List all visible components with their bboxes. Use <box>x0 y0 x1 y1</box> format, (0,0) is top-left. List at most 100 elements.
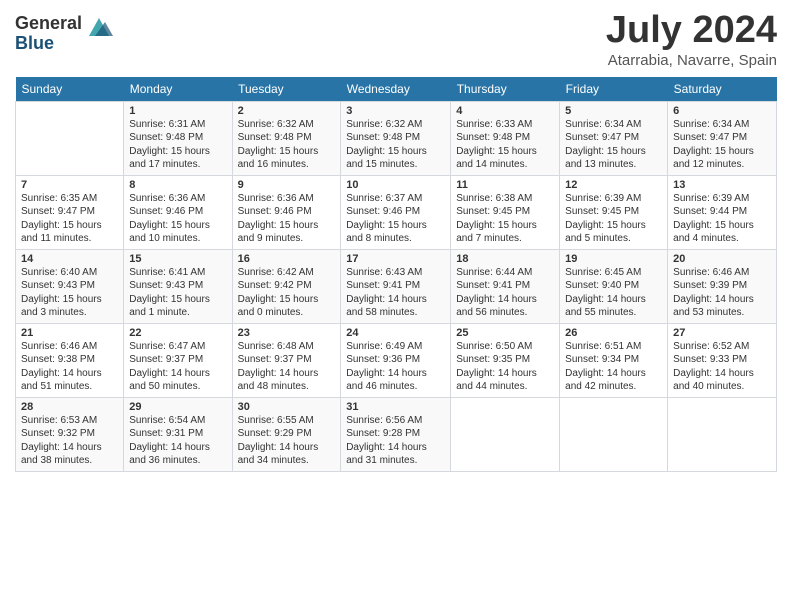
day-number: 12 <box>565 179 662 191</box>
day-info: Sunrise: 6:54 AM Sunset: 9:31 PM Dayligh… <box>129 414 226 468</box>
day-info: Sunrise: 6:33 AM Sunset: 9:48 PM Dayligh… <box>456 118 554 172</box>
week-row-4: 28Sunrise: 6:53 AM Sunset: 9:32 PM Dayli… <box>16 397 777 471</box>
col-header-saturday: Saturday <box>668 77 777 102</box>
calendar-cell: 17Sunrise: 6:43 AM Sunset: 9:41 PM Dayli… <box>341 249 451 323</box>
week-row-2: 14Sunrise: 6:40 AM Sunset: 9:43 PM Dayli… <box>16 249 777 323</box>
day-info: Sunrise: 6:37 AM Sunset: 9:46 PM Dayligh… <box>346 192 445 246</box>
calendar-cell: 24Sunrise: 6:49 AM Sunset: 9:36 PM Dayli… <box>341 323 451 397</box>
calendar-cell: 20Sunrise: 6:46 AM Sunset: 9:39 PM Dayli… <box>668 249 777 323</box>
day-number: 8 <box>129 179 226 191</box>
day-info: Sunrise: 6:45 AM Sunset: 9:40 PM Dayligh… <box>565 266 662 320</box>
calendar-cell: 23Sunrise: 6:48 AM Sunset: 9:37 PM Dayli… <box>232 323 341 397</box>
col-header-monday: Monday <box>124 77 232 102</box>
day-number: 1 <box>129 105 226 117</box>
logo: General Blue <box>15 14 113 54</box>
day-info: Sunrise: 6:39 AM Sunset: 9:44 PM Dayligh… <box>673 192 771 246</box>
calendar-cell: 1Sunrise: 6:31 AM Sunset: 9:48 PM Daylig… <box>124 101 232 175</box>
day-info: Sunrise: 6:47 AM Sunset: 9:37 PM Dayligh… <box>129 340 226 394</box>
header-row: SundayMondayTuesdayWednesdayThursdayFrid… <box>16 77 777 102</box>
day-info: Sunrise: 6:44 AM Sunset: 9:41 PM Dayligh… <box>456 266 554 320</box>
day-number: 5 <box>565 105 662 117</box>
calendar-cell: 3Sunrise: 6:32 AM Sunset: 9:48 PM Daylig… <box>341 101 451 175</box>
day-info: Sunrise: 6:55 AM Sunset: 9:29 PM Dayligh… <box>238 414 336 468</box>
day-number: 14 <box>21 253 118 265</box>
day-number: 21 <box>21 327 118 339</box>
day-info: Sunrise: 6:31 AM Sunset: 9:48 PM Dayligh… <box>129 118 226 172</box>
day-number: 27 <box>673 327 771 339</box>
logo-text: General Blue <box>15 14 82 54</box>
calendar-table: SundayMondayTuesdayWednesdayThursdayFrid… <box>15 77 777 472</box>
day-info: Sunrise: 6:34 AM Sunset: 9:47 PM Dayligh… <box>565 118 662 172</box>
day-number: 17 <box>346 253 445 265</box>
calendar-cell: 4Sunrise: 6:33 AM Sunset: 9:48 PM Daylig… <box>451 101 560 175</box>
day-number: 28 <box>21 401 118 413</box>
calendar-cell: 28Sunrise: 6:53 AM Sunset: 9:32 PM Dayli… <box>16 397 124 471</box>
day-info: Sunrise: 6:56 AM Sunset: 9:28 PM Dayligh… <box>346 414 445 468</box>
day-info: Sunrise: 6:41 AM Sunset: 9:43 PM Dayligh… <box>129 266 226 320</box>
day-number: 15 <box>129 253 226 265</box>
day-info: Sunrise: 6:36 AM Sunset: 9:46 PM Dayligh… <box>129 192 226 246</box>
col-header-friday: Friday <box>560 77 668 102</box>
calendar-cell <box>668 397 777 471</box>
day-info: Sunrise: 6:35 AM Sunset: 9:47 PM Dayligh… <box>21 192 118 246</box>
day-info: Sunrise: 6:52 AM Sunset: 9:33 PM Dayligh… <box>673 340 771 394</box>
day-info: Sunrise: 6:53 AM Sunset: 9:32 PM Dayligh… <box>21 414 118 468</box>
day-info: Sunrise: 6:51 AM Sunset: 9:34 PM Dayligh… <box>565 340 662 394</box>
day-info: Sunrise: 6:46 AM Sunset: 9:38 PM Dayligh… <box>21 340 118 394</box>
day-number: 20 <box>673 253 771 265</box>
day-number: 30 <box>238 401 336 413</box>
calendar-cell: 29Sunrise: 6:54 AM Sunset: 9:31 PM Dayli… <box>124 397 232 471</box>
logo-general: General <box>15 14 82 34</box>
calendar-cell: 13Sunrise: 6:39 AM Sunset: 9:44 PM Dayli… <box>668 175 777 249</box>
day-number: 22 <box>129 327 226 339</box>
calendar-cell: 9Sunrise: 6:36 AM Sunset: 9:46 PM Daylig… <box>232 175 341 249</box>
day-info: Sunrise: 6:49 AM Sunset: 9:36 PM Dayligh… <box>346 340 445 394</box>
calendar-cell: 11Sunrise: 6:38 AM Sunset: 9:45 PM Dayli… <box>451 175 560 249</box>
day-info: Sunrise: 6:50 AM Sunset: 9:35 PM Dayligh… <box>456 340 554 394</box>
day-number: 19 <box>565 253 662 265</box>
day-number: 29 <box>129 401 226 413</box>
calendar-cell: 22Sunrise: 6:47 AM Sunset: 9:37 PM Dayli… <box>124 323 232 397</box>
day-info: Sunrise: 6:32 AM Sunset: 9:48 PM Dayligh… <box>346 118 445 172</box>
col-header-tuesday: Tuesday <box>232 77 341 102</box>
calendar-cell <box>560 397 668 471</box>
week-row-1: 7Sunrise: 6:35 AM Sunset: 9:47 PM Daylig… <box>16 175 777 249</box>
day-number: 23 <box>238 327 336 339</box>
calendar-cell: 25Sunrise: 6:50 AM Sunset: 9:35 PM Dayli… <box>451 323 560 397</box>
header: General Blue July 2024 Atarrabia, Navarr… <box>15 10 777 69</box>
day-number: 13 <box>673 179 771 191</box>
calendar-cell: 21Sunrise: 6:46 AM Sunset: 9:38 PM Dayli… <box>16 323 124 397</box>
calendar-cell: 26Sunrise: 6:51 AM Sunset: 9:34 PM Dayli… <box>560 323 668 397</box>
day-number: 3 <box>346 105 445 117</box>
day-info: Sunrise: 6:32 AM Sunset: 9:48 PM Dayligh… <box>238 118 336 172</box>
day-info: Sunrise: 6:36 AM Sunset: 9:46 PM Dayligh… <box>238 192 336 246</box>
day-number: 31 <box>346 401 445 413</box>
week-row-3: 21Sunrise: 6:46 AM Sunset: 9:38 PM Dayli… <box>16 323 777 397</box>
day-info: Sunrise: 6:43 AM Sunset: 9:41 PM Dayligh… <box>346 266 445 320</box>
calendar-cell: 8Sunrise: 6:36 AM Sunset: 9:46 PM Daylig… <box>124 175 232 249</box>
week-row-0: 1Sunrise: 6:31 AM Sunset: 9:48 PM Daylig… <box>16 101 777 175</box>
logo-icon <box>85 14 113 42</box>
day-number: 26 <box>565 327 662 339</box>
col-header-thursday: Thursday <box>451 77 560 102</box>
calendar-cell: 2Sunrise: 6:32 AM Sunset: 9:48 PM Daylig… <box>232 101 341 175</box>
calendar-cell: 10Sunrise: 6:37 AM Sunset: 9:46 PM Dayli… <box>341 175 451 249</box>
day-number: 18 <box>456 253 554 265</box>
calendar-cell: 5Sunrise: 6:34 AM Sunset: 9:47 PM Daylig… <box>560 101 668 175</box>
calendar-cell: 6Sunrise: 6:34 AM Sunset: 9:47 PM Daylig… <box>668 101 777 175</box>
day-info: Sunrise: 6:38 AM Sunset: 9:45 PM Dayligh… <box>456 192 554 246</box>
calendar-cell: 27Sunrise: 6:52 AM Sunset: 9:33 PM Dayli… <box>668 323 777 397</box>
day-info: Sunrise: 6:39 AM Sunset: 9:45 PM Dayligh… <box>565 192 662 246</box>
day-number: 2 <box>238 105 336 117</box>
calendar-cell: 30Sunrise: 6:55 AM Sunset: 9:29 PM Dayli… <box>232 397 341 471</box>
calendar-cell: 12Sunrise: 6:39 AM Sunset: 9:45 PM Dayli… <box>560 175 668 249</box>
day-info: Sunrise: 6:34 AM Sunset: 9:47 PM Dayligh… <box>673 118 771 172</box>
day-number: 10 <box>346 179 445 191</box>
calendar-cell: 15Sunrise: 6:41 AM Sunset: 9:43 PM Dayli… <box>124 249 232 323</box>
day-number: 25 <box>456 327 554 339</box>
col-header-sunday: Sunday <box>16 77 124 102</box>
logo-blue: Blue <box>15 34 82 54</box>
calendar-cell <box>451 397 560 471</box>
day-number: 24 <box>346 327 445 339</box>
calendar-cell: 14Sunrise: 6:40 AM Sunset: 9:43 PM Dayli… <box>16 249 124 323</box>
